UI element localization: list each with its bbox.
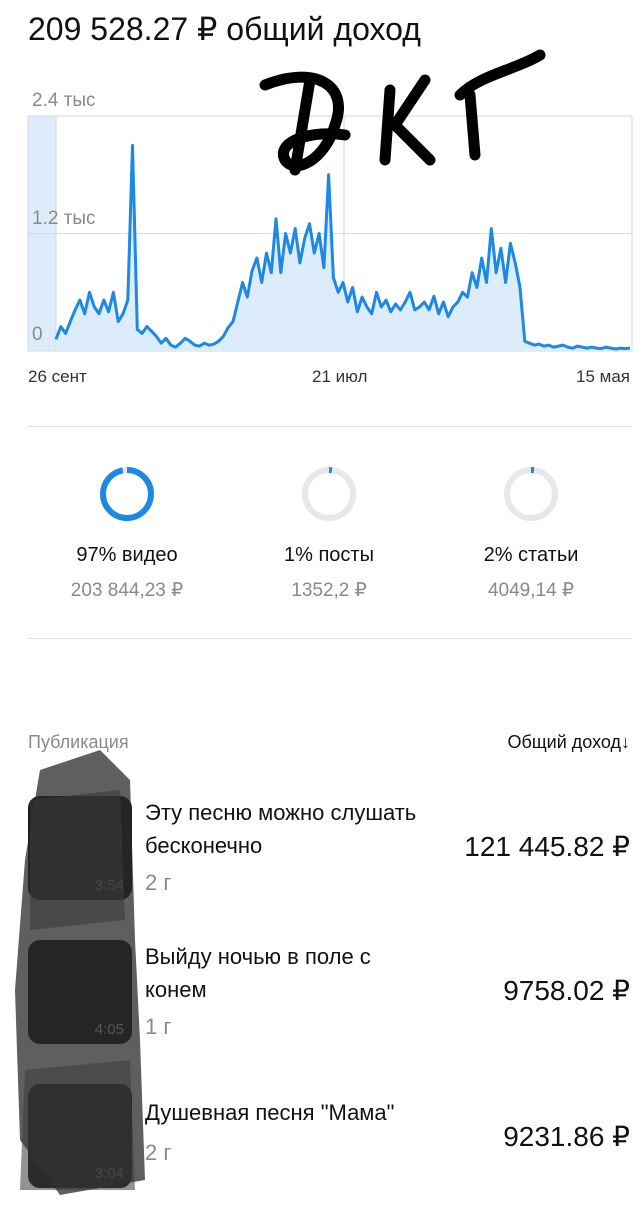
y-tick-top: 2.4 тыс: [32, 90, 96, 111]
stat-video-amount: 203 844,23 ₽: [70, 580, 184, 601]
publication-age: 2 г: [145, 1140, 172, 1165]
x-tick-end: 15 мая: [576, 367, 630, 386]
video-thumbnail: 4:05: [28, 940, 132, 1044]
divider: [28, 638, 632, 639]
y-tick-zero: 0: [32, 324, 43, 345]
video-share-ring-icon: [100, 467, 154, 521]
video-thumbnail: 3:04: [28, 1084, 132, 1188]
income-area-fill: [56, 145, 630, 351]
publication-age: 1 г: [145, 1014, 172, 1039]
publication-income: 121 445.82 ₽: [464, 831, 630, 862]
articles-share-ring-icon: [504, 467, 558, 521]
total-income-title: 209 528.27 ₽ общий доход: [28, 11, 421, 47]
column-header-publication: Публикация: [28, 732, 129, 752]
column-header-income-label: Общий доход: [507, 732, 621, 752]
stat-video-label: 97% видео: [76, 544, 178, 566]
video-duration: 3:54: [94, 877, 124, 894]
stat-articles-amount: 4049,14 ₽: [487, 580, 575, 601]
stat-posts[interactable]: 1% посты 1352,2 ₽: [229, 464, 429, 602]
stat-articles-label: 2% статьи: [483, 544, 579, 566]
stat-posts-amount: 1352,2 ₽: [291, 580, 367, 601]
publication-title: Выйду ночью в поле с конем: [145, 944, 371, 1002]
stat-posts-label: 1% посты: [284, 544, 374, 566]
chart-area: [54, 143, 631, 351]
arrow-down-icon: ↓: [621, 732, 630, 752]
y-tick-mid: 1.2 тыс: [32, 208, 96, 229]
publication-title: Душевная песня "Мама": [145, 1100, 395, 1125]
video-thumbnail: 3:54: [28, 796, 132, 900]
x-tick-start: 26 сент: [28, 367, 87, 386]
publication-title: Эту песню можно слушать бесконечно: [145, 800, 417, 858]
video-duration: 3:04: [94, 1165, 124, 1182]
publication-income: 9758.02 ₽: [503, 975, 630, 1006]
column-header-income-sort[interactable]: Общий доход↓: [508, 732, 630, 753]
publication-row[interactable]: 3:54 Эту песню можно слушать бесконечно …: [0, 796, 642, 926]
income-chart[interactable]: [0, 80, 642, 390]
publication-age: 2 г: [145, 870, 172, 895]
stat-video[interactable]: 97% видео 203 844,23 ₽: [27, 464, 227, 602]
publication-income: 9231.86 ₽: [503, 1121, 630, 1152]
divider: [28, 426, 632, 427]
posts-share-ring-icon: [302, 467, 356, 521]
video-duration: 4:05: [94, 1021, 124, 1038]
publication-row[interactable]: 3:04 Душевная песня "Мама" 2 г 9231.86 ₽: [0, 1084, 642, 1214]
stat-articles[interactable]: 2% статьи 4049,14 ₽: [431, 464, 631, 602]
publication-row[interactable]: 4:05 Выйду ночью в поле с конем 1 г 9758…: [0, 940, 642, 1070]
x-tick-mid: 21 июл: [312, 367, 368, 386]
